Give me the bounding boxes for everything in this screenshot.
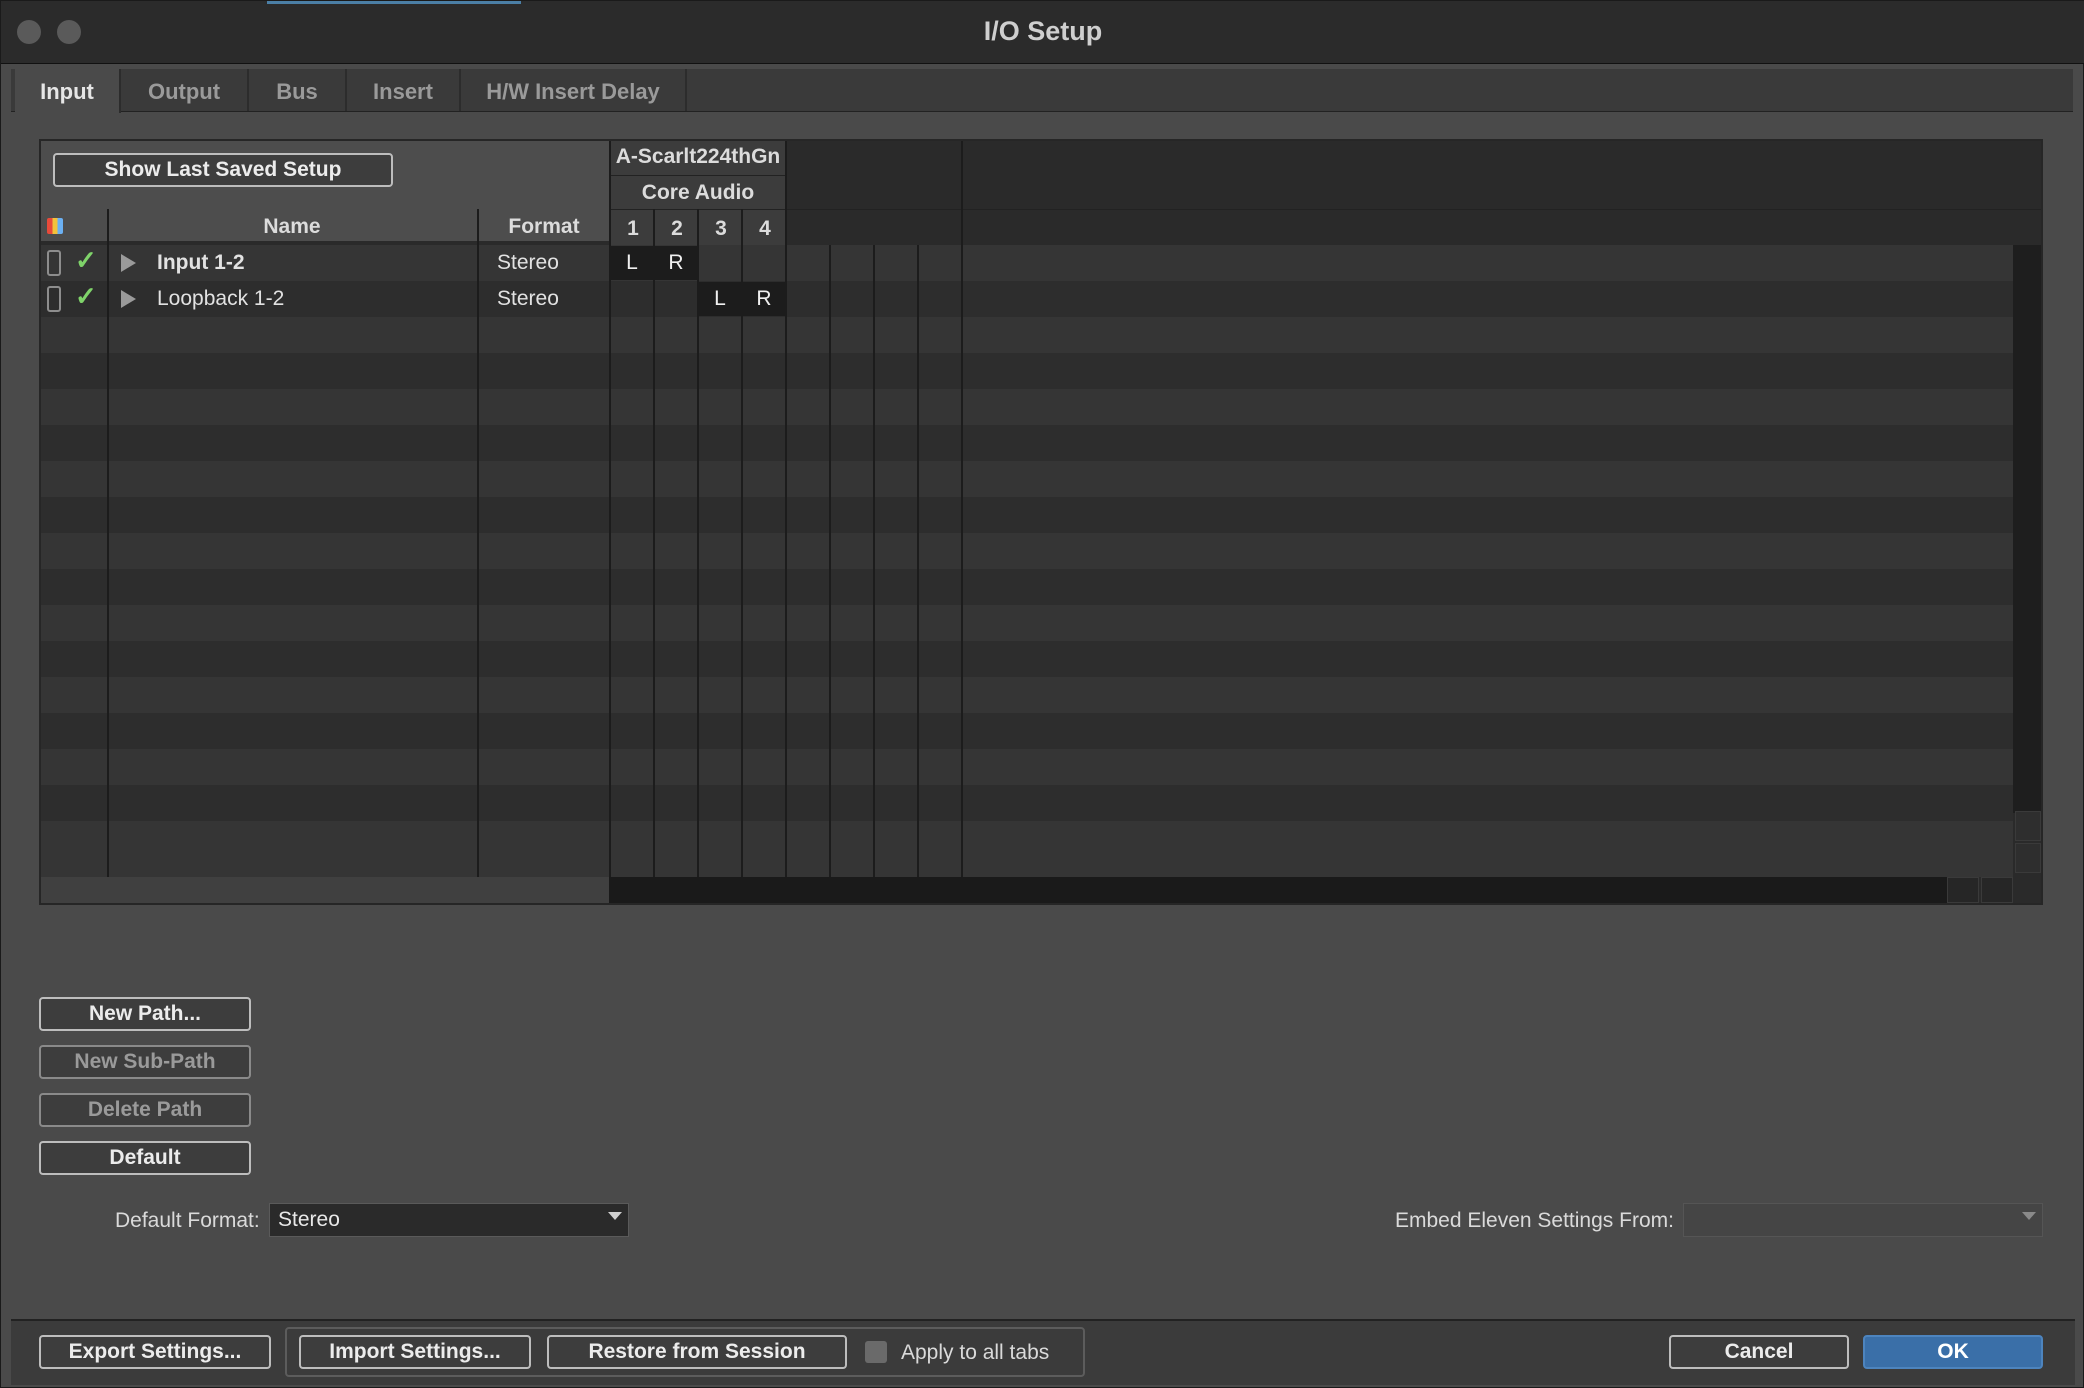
driver-name: Core Audio bbox=[641, 181, 755, 204]
checkmark-icon[interactable]: ✓ bbox=[75, 245, 97, 276]
table-row[interactable] bbox=[41, 245, 2013, 281]
title-bar: I/O Setup bbox=[1, 1, 2084, 64]
ok-button[interactable]: OK bbox=[1863, 1335, 2043, 1369]
path-select-checkbox[interactable] bbox=[47, 286, 61, 312]
table-row[interactable] bbox=[41, 281, 2013, 317]
expand-triangle-icon[interactable] bbox=[121, 290, 136, 308]
table-row bbox=[41, 497, 2013, 533]
grid-line bbox=[829, 245, 831, 877]
tab-bus[interactable]: Bus bbox=[249, 69, 347, 111]
chevron-down-icon bbox=[608, 1212, 622, 1220]
embed-settings-select[interactable] bbox=[1683, 1203, 2043, 1237]
table-row bbox=[41, 605, 2013, 641]
io-setup-window: I/O Setup Input Output Bus Insert H/W In… bbox=[0, 0, 2084, 1388]
table-row bbox=[41, 821, 2013, 877]
path-format[interactable]: Stereo bbox=[497, 287, 559, 311]
table-row bbox=[41, 569, 2013, 605]
grid-right-header bbox=[611, 141, 2041, 245]
column-header-format: Format bbox=[508, 215, 580, 238]
table-row bbox=[41, 641, 2013, 677]
header-divider bbox=[611, 175, 785, 176]
tab-insert[interactable]: Insert bbox=[347, 69, 461, 111]
scroll-arrow-icon[interactable] bbox=[1981, 877, 2013, 903]
scroll-arrow-icon[interactable] bbox=[2015, 811, 2041, 841]
color-swatch-icon[interactable] bbox=[47, 218, 63, 234]
window-title: I/O Setup bbox=[983, 16, 1103, 46]
table-row bbox=[41, 785, 2013, 821]
default-format-select[interactable]: Stereo bbox=[269, 1203, 629, 1237]
title-accent bbox=[267, 1, 521, 4]
path-name[interactable]: Loopback 1-2 bbox=[157, 287, 284, 311]
table-row bbox=[41, 425, 2013, 461]
table-row bbox=[41, 353, 2013, 389]
channel-assignment-cell[interactable]: R bbox=[655, 246, 697, 280]
table-row bbox=[41, 533, 2013, 569]
tab-input[interactable]: Input bbox=[15, 69, 121, 113]
path-select-checkbox[interactable] bbox=[47, 250, 61, 276]
grid-line bbox=[785, 141, 787, 877]
default-button[interactable]: Default bbox=[39, 1141, 251, 1175]
horizontal-scrollbar[interactable] bbox=[609, 877, 1947, 903]
grid-line bbox=[917, 245, 919, 877]
channel-header-1: 1 bbox=[627, 217, 639, 240]
table-row bbox=[41, 317, 2013, 353]
channel-assignment-cell[interactable]: L bbox=[611, 246, 653, 280]
path-name[interactable]: Input 1-2 bbox=[157, 251, 245, 275]
new-path-button[interactable]: New Path... bbox=[39, 997, 251, 1031]
grid-line bbox=[653, 209, 655, 877]
tab-hw-insert-delay[interactable]: H/W Insert Delay bbox=[461, 69, 687, 111]
tab-output[interactable]: Output bbox=[121, 69, 249, 111]
show-last-saved-setup-button[interactable]: Show Last Saved Setup bbox=[53, 153, 393, 187]
column-header-name: Name bbox=[263, 215, 321, 238]
apply-to-all-tabs-checkbox[interactable] bbox=[865, 1341, 887, 1363]
grid-line bbox=[961, 141, 963, 877]
channel-header-3: 3 bbox=[715, 217, 727, 240]
grid-line bbox=[477, 209, 479, 877]
default-format-value: Stereo bbox=[278, 1208, 340, 1231]
table-row bbox=[41, 389, 2013, 425]
new-sub-path-button[interactable]: New Sub-Path bbox=[39, 1045, 251, 1079]
grid-line bbox=[107, 209, 109, 877]
import-settings-button[interactable]: Import Settings... bbox=[299, 1335, 531, 1369]
expand-triangle-icon[interactable] bbox=[121, 254, 136, 272]
grid-line bbox=[873, 245, 875, 877]
embed-settings-label: Embed Eleven Settings From: bbox=[1395, 1209, 1674, 1232]
checkmark-icon[interactable]: ✓ bbox=[75, 281, 97, 312]
cancel-button[interactable]: Cancel bbox=[1669, 1335, 1849, 1369]
table-row bbox=[41, 461, 2013, 497]
scroll-arrow-icon[interactable] bbox=[1947, 877, 1979, 903]
vertical-scrollbar[interactable] bbox=[2013, 245, 2041, 813]
apply-to-all-tabs-label[interactable]: Apply to all tabs bbox=[901, 1341, 1049, 1365]
table-row bbox=[41, 749, 2013, 785]
delete-path-button[interactable]: Delete Path bbox=[39, 1093, 251, 1127]
device-name: A-Scarlt224thGn bbox=[615, 145, 781, 168]
header-divider-2 bbox=[611, 209, 2041, 210]
table-row bbox=[41, 713, 2013, 749]
grid-footer bbox=[41, 877, 609, 903]
scroll-arrow-icon[interactable] bbox=[2015, 843, 2041, 873]
table-row bbox=[41, 677, 2013, 713]
channel-assignment-cell[interactable]: R bbox=[743, 282, 785, 316]
export-settings-button[interactable]: Export Settings... bbox=[39, 1335, 271, 1369]
channel-assignment-cell[interactable]: L bbox=[699, 282, 741, 316]
channel-header-2: 2 bbox=[671, 217, 683, 240]
restore-from-session-button[interactable]: Restore from Session bbox=[547, 1335, 847, 1369]
channel-header-4: 4 bbox=[759, 217, 771, 240]
default-format-label: Default Format: bbox=[115, 1209, 260, 1232]
path-format[interactable]: Stereo bbox=[497, 251, 559, 275]
chevron-down-icon bbox=[2022, 1212, 2036, 1220]
